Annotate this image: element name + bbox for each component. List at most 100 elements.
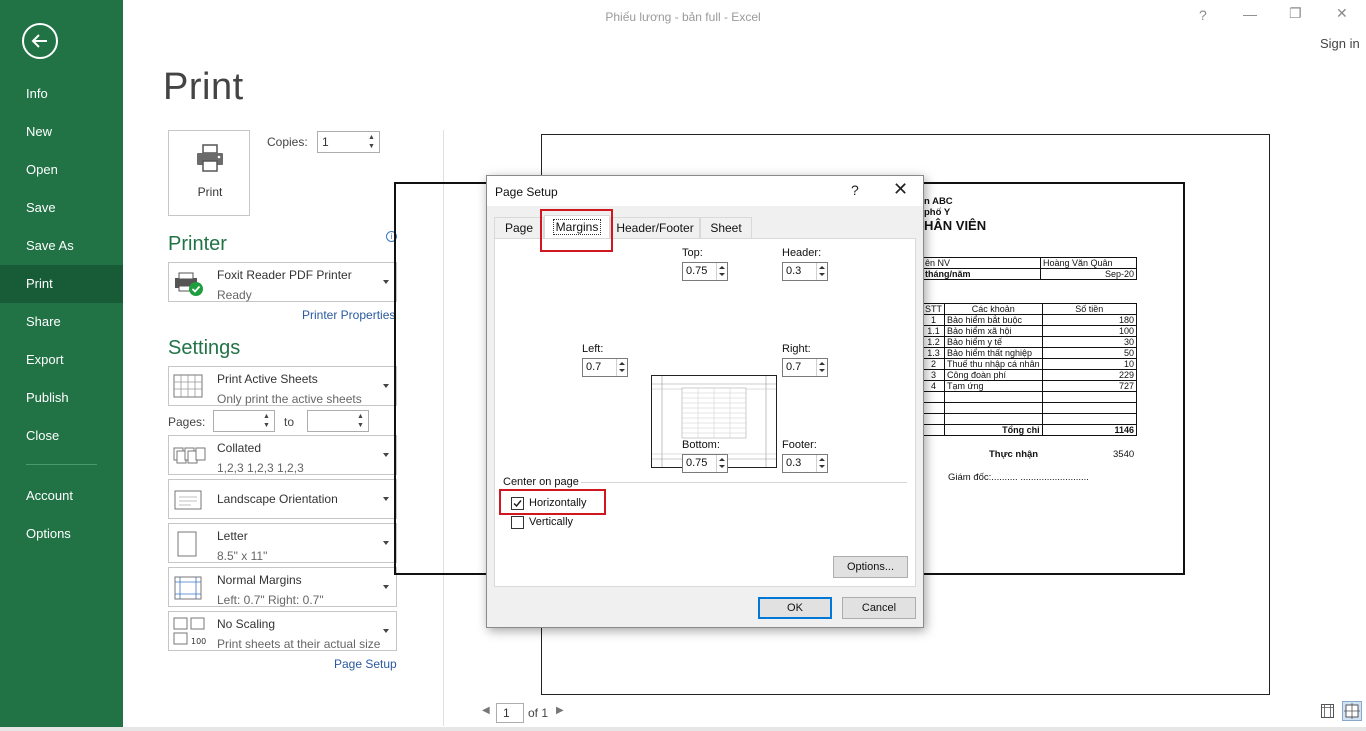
- nav-close[interactable]: Close: [0, 417, 123, 455]
- restore-icon[interactable]: ❐: [1289, 5, 1302, 22]
- preview-info-table: ên NV Hoàng Văn Quân tháng/năm Sep-20: [922, 257, 1137, 280]
- spinner-icon[interactable]: [716, 455, 727, 472]
- row-item: Thuế thu nhập cá nhân: [944, 358, 1043, 370]
- pages-to-input[interactable]: ▲ ▼: [307, 410, 369, 432]
- net-label: Thực nhận: [989, 449, 1039, 460]
- right-margin-input[interactable]: 0.7: [782, 358, 828, 377]
- paper-size-select[interactable]: Letter 8.5" x 11": [168, 523, 397, 563]
- spin-down-icon[interactable]: ▼: [368, 143, 376, 151]
- page-number-input[interactable]: 1: [496, 703, 524, 723]
- nav-options[interactable]: Options: [0, 515, 123, 553]
- printer-properties-link[interactable]: Printer Properties: [302, 308, 395, 322]
- row-amount: 180: [1041, 314, 1138, 326]
- copies-value: 1: [322, 135, 329, 149]
- portrait-page-icon: [177, 531, 197, 557]
- spin-up-icon[interactable]: ▲: [357, 413, 365, 421]
- page-setup-link[interactable]: Page Setup: [334, 657, 397, 671]
- top-margin-input[interactable]: 0.75: [682, 262, 728, 281]
- options-button[interactable]: Options...: [833, 556, 908, 578]
- row-amount: 30: [1041, 336, 1138, 348]
- right-margin-label: Right:: [782, 343, 811, 355]
- collation-select[interactable]: Collated 1,2,3 1,2,3 1,2,3: [168, 435, 397, 475]
- header-margin-input[interactable]: 0.3: [782, 262, 828, 281]
- help-icon[interactable]: ?: [851, 182, 859, 198]
- arrow-left-icon: [31, 34, 47, 48]
- spin-up-icon[interactable]: ▲: [368, 134, 376, 142]
- left-margin-input[interactable]: 0.7: [582, 358, 628, 377]
- spinner-icon[interactable]: [816, 455, 827, 472]
- header-margin-label: Header:: [782, 247, 822, 259]
- settings-heading: Settings: [168, 337, 241, 359]
- tab-sheet[interactable]: Sheet: [700, 217, 752, 239]
- collation-subtitle: 1,2,3 1,2,3 1,2,3: [217, 461, 304, 475]
- spin-down-icon[interactable]: ▼: [357, 422, 365, 430]
- copies-input[interactable]: 1 ▲ ▼: [317, 131, 380, 153]
- margins-icon: [174, 576, 202, 600]
- printer-select[interactable]: Foxit Reader PDF Printer Ready: [168, 262, 397, 302]
- row-item: Bảo hiểm thất nghiệp: [944, 347, 1043, 359]
- row-amount: [1041, 413, 1138, 425]
- spinner-icon[interactable]: [616, 359, 627, 376]
- chevron-down-icon: [383, 541, 389, 545]
- pages-from-input[interactable]: ▲ ▼: [213, 410, 275, 432]
- left-margin-value: 0.7: [586, 361, 602, 373]
- scaling-select[interactable]: 100 No Scaling Print sheets at their act…: [168, 611, 397, 651]
- chevron-down-icon: [383, 585, 389, 589]
- nav-print[interactable]: Print: [0, 265, 123, 303]
- bottom-margin-input[interactable]: 0.75: [682, 454, 728, 473]
- show-margins-icon[interactable]: [1320, 703, 1336, 719]
- print-button[interactable]: Print: [168, 130, 250, 216]
- dialog-titlebar[interactable]: Page Setup ? ✕: [487, 176, 923, 206]
- nav-publish[interactable]: Publish: [0, 379, 123, 417]
- spinner-icon[interactable]: [816, 359, 827, 376]
- nav-open[interactable]: Open: [0, 151, 123, 189]
- spin-down-icon[interactable]: ▼: [263, 422, 271, 430]
- zoom-to-page-icon[interactable]: [1342, 701, 1362, 721]
- printer-status: Ready: [217, 288, 252, 302]
- footer-margin-input[interactable]: 0.3: [782, 454, 828, 473]
- table-row: 1.3 Bảo hiểm thất nghiệp 50: [922, 347, 1138, 359]
- row-stt: [922, 391, 945, 403]
- margins-tab-highlight: [540, 209, 613, 252]
- table-row: 1.1 Bảo hiểm xã hội 100: [922, 325, 1138, 337]
- top-margin-value: 0.75: [686, 265, 708, 277]
- vertically-label[interactable]: Vertically: [529, 516, 573, 528]
- close-icon[interactable]: ✕: [893, 179, 908, 200]
- close-window-icon[interactable]: ✕: [1336, 5, 1348, 22]
- table-row: [922, 413, 1138, 425]
- nav-account[interactable]: Account: [0, 477, 123, 515]
- help-icon[interactable]: ?: [1199, 7, 1207, 23]
- minimize-icon[interactable]: —: [1243, 6, 1257, 22]
- tab-header-footer[interactable]: Header/Footer: [610, 217, 700, 239]
- nav-share[interactable]: Share: [0, 303, 123, 341]
- cancel-button[interactable]: Cancel: [842, 597, 916, 619]
- vertically-checkbox[interactable]: [511, 516, 524, 529]
- margins-tab-panel: Top: 0.75 Header: 0.3 Left: 0.7 Right: 0…: [494, 238, 916, 587]
- preview-items-table: STT Các khoản Số tiền 1 Bảo hiểm bắt buộc…: [922, 303, 1138, 436]
- ok-button[interactable]: OK: [758, 597, 832, 619]
- spin-up-icon[interactable]: ▲: [263, 413, 271, 421]
- nav-info[interactable]: Info: [0, 75, 123, 113]
- row-stt: [922, 402, 945, 414]
- nav-save[interactable]: Save: [0, 189, 123, 227]
- margins-title: Normal Margins: [217, 573, 302, 587]
- nav-save-as[interactable]: Save As: [0, 227, 123, 265]
- orientation-select[interactable]: Landscape Orientation: [168, 479, 397, 519]
- previous-page-icon[interactable]: ◀: [482, 705, 490, 716]
- row-item: Công đoàn phí: [944, 369, 1043, 381]
- nav-export[interactable]: Export: [0, 341, 123, 379]
- spinner-icon[interactable]: [716, 263, 727, 280]
- row-stt: [922, 413, 945, 425]
- nav-new[interactable]: New: [0, 113, 123, 151]
- center-on-page-label: Center on page: [503, 476, 579, 488]
- next-page-icon[interactable]: ▶: [556, 705, 564, 716]
- info-value: Hoàng Văn Quân: [1040, 257, 1137, 269]
- print-scope-select[interactable]: Print Active Sheets Only print the activ…: [168, 366, 397, 406]
- back-button[interactable]: [22, 23, 58, 59]
- spinner-icon[interactable]: [816, 263, 827, 280]
- margins-select[interactable]: Normal Margins Left: 0.7" Right: 0.7": [168, 567, 397, 607]
- printer-ready-icon: [175, 272, 203, 296]
- tab-page[interactable]: Page: [494, 217, 544, 239]
- sign-in-link[interactable]: Sign in: [1320, 36, 1360, 51]
- chevron-down-icon: [383, 497, 389, 501]
